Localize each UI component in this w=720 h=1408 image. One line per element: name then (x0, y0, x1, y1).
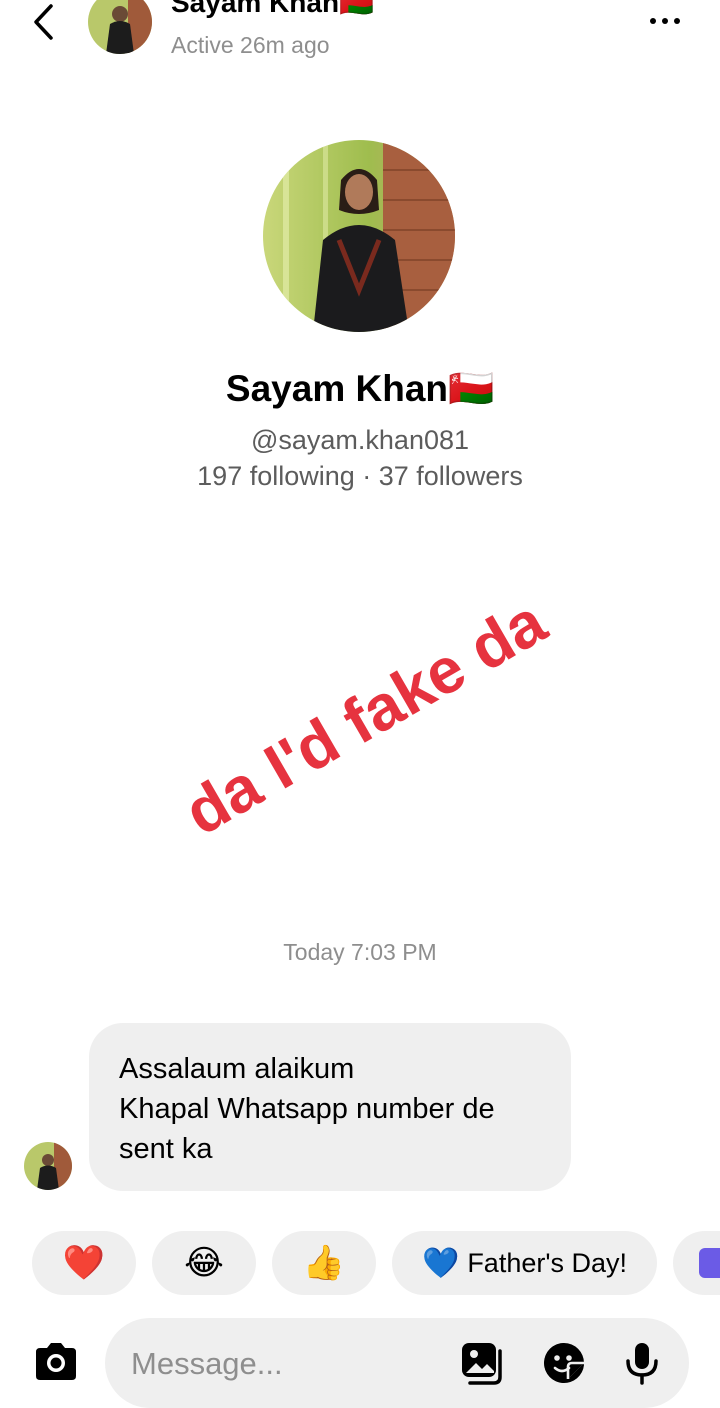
more-options-button[interactable] (640, 6, 690, 36)
message-bubble[interactable]: Assalaum alaikum Khapal Whatsapp number … (89, 1023, 571, 1191)
profile-name: Sayam Khan🇴🇲 (225, 368, 495, 409)
message-line: Assalaum alaikum (119, 1053, 355, 1085)
profile-handle: @sayam.khan081 (250, 425, 470, 455)
message-composer (105, 1318, 689, 1408)
laughing-face-icon: 😂 (184, 1244, 224, 1282)
message-line: sent ka (119, 1133, 213, 1165)
profile-avatar[interactable] (263, 140, 455, 332)
heart-icon: ❤️ (62, 1244, 106, 1282)
sticker-button[interactable] (541, 1340, 587, 1386)
gallery-icon (462, 1343, 502, 1385)
thumbs-up-icon: 👍 (302, 1244, 346, 1282)
sender-avatar[interactable] (24, 1142, 72, 1190)
message-timestamp: Today 7:03 PM (283, 939, 437, 965)
blue-heart-icon: 💙 (421, 1246, 460, 1280)
message-line: Khapal Whatsapp number de (119, 1093, 495, 1125)
fathers-day-label: Father's Day! (467, 1247, 628, 1278)
chevron-left-icon (34, 4, 53, 40)
back-button[interactable] (22, 0, 66, 44)
sticker-face-icon (544, 1343, 584, 1383)
sticker-icon (699, 1248, 720, 1278)
quick-reaction-heart[interactable]: ❤️ (32, 1231, 136, 1295)
dot-icon (674, 18, 680, 24)
voice-message-button[interactable] (619, 1340, 665, 1386)
active-status: Active 26m ago (171, 32, 330, 58)
message-input[interactable] (129, 1340, 443, 1388)
camera-icon (36, 1343, 76, 1380)
header-username[interactable]: Sayam Khan🇴🇲 (171, 0, 374, 19)
gallery-button[interactable] (459, 1340, 505, 1386)
quick-reaction-fathers-day[interactable]: 💙 Father's Day! (392, 1231, 657, 1295)
dot-icon (662, 18, 668, 24)
profile-stats: 197 following · 37 followers (197, 461, 523, 491)
quick-reaction-thumbs-up[interactable]: 👍 (272, 1231, 376, 1295)
quick-reaction-more[interactable] (673, 1231, 720, 1295)
dot-icon (650, 18, 656, 24)
microphone-icon (626, 1343, 658, 1385)
header-avatar[interactable] (88, 0, 152, 54)
camera-button[interactable] (30, 1336, 82, 1388)
overlay-annotation: da I'd fake da (172, 585, 558, 849)
avatar-image (88, 0, 152, 54)
avatar-image (24, 1142, 72, 1190)
quick-reaction-laugh[interactable]: 😂 (152, 1231, 256, 1295)
avatar-image (263, 140, 455, 332)
